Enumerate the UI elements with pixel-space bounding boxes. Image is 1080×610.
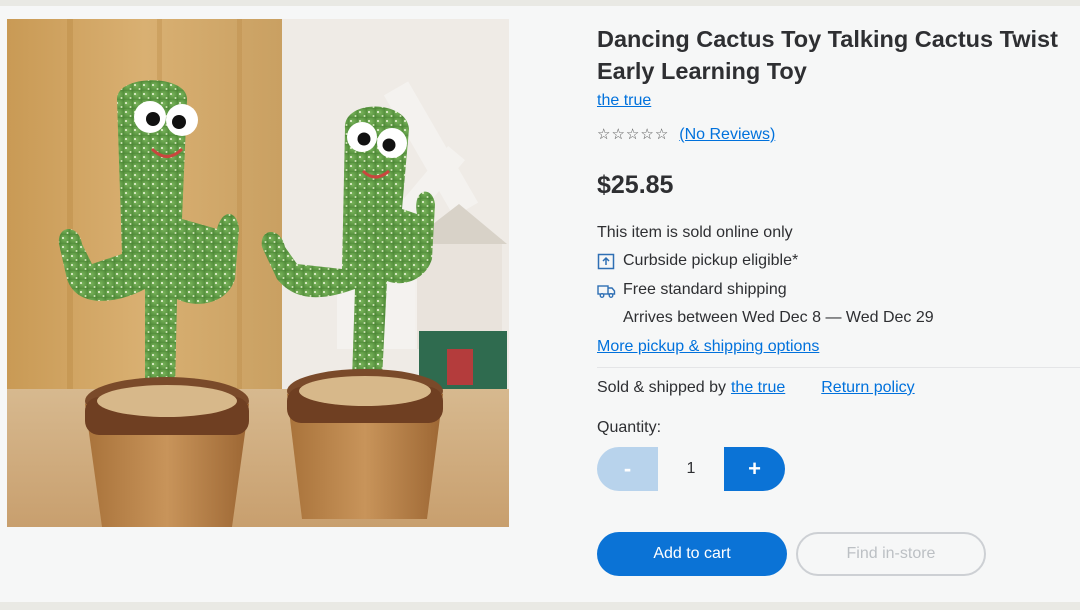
curbside-pickup-icon — [597, 253, 616, 270]
arrival-window: Arrives between Wed Dec 8 — Wed Dec 29 — [623, 309, 934, 326]
pickup-info: Curbside pickup eligible* — [597, 252, 798, 270]
star-outline-icon: ☆ — [611, 126, 625, 143]
star-outline-icon: ☆ — [625, 126, 640, 143]
sold-by-label: Sold & shipped by — [597, 379, 726, 396]
find-in-store-button[interactable]: Find in-store — [796, 532, 986, 576]
more-pickup-shipping-link[interactable]: More pickup & shipping options — [597, 338, 819, 356]
product-image[interactable] — [7, 19, 509, 527]
seller-link[interactable]: the true — [731, 379, 785, 397]
product-title: Dancing Cactus Toy Talking Cactus Twist … — [597, 26, 1058, 84]
quantity-input[interactable] — [658, 447, 724, 491]
pickup-text: Curbside pickup eligible* — [623, 252, 799, 269]
star-outline-icon: ☆ — [654, 126, 669, 143]
return-policy-link[interactable]: Return policy — [821, 379, 914, 397]
online-only-notice: This item is sold online only — [597, 224, 793, 241]
reviews-link[interactable]: (No Reviews) — [679, 126, 775, 144]
star-outline-icon: ☆ — [597, 126, 611, 143]
rating-row: ☆ ☆ ☆ ☆ ☆ (No Reviews) — [597, 126, 775, 144]
brand-link[interactable]: the true — [597, 92, 651, 110]
shipping-text: Free standard shipping — [623, 281, 787, 298]
star-rating[interactable]: ☆ ☆ ☆ ☆ ☆ — [597, 126, 668, 144]
quantity-stepper: - + — [597, 447, 787, 491]
dancing-cactus-photo — [7, 19, 509, 527]
shipping-info: Free standard shipping — [597, 281, 787, 299]
quantity-label: Quantity: — [597, 419, 662, 436]
seller-row: Sold & shipped by the true Return policy — [597, 379, 915, 397]
decrease-quantity-button[interactable]: - — [597, 447, 658, 491]
product-details: Dancing Cactus Toy Talking Cactus Twist … — [597, 6, 1080, 602]
increase-quantity-button[interactable]: + — [724, 447, 785, 491]
add-to-cart-button[interactable]: Add to cart — [597, 532, 787, 576]
delivery-truck-icon — [597, 282, 616, 299]
star-outline-icon: ☆ — [640, 126, 654, 143]
divider — [597, 367, 1080, 368]
product-page: Dancing Cactus Toy Talking Cactus Twist … — [0, 6, 1080, 602]
product-price: $25.85 — [597, 171, 674, 199]
